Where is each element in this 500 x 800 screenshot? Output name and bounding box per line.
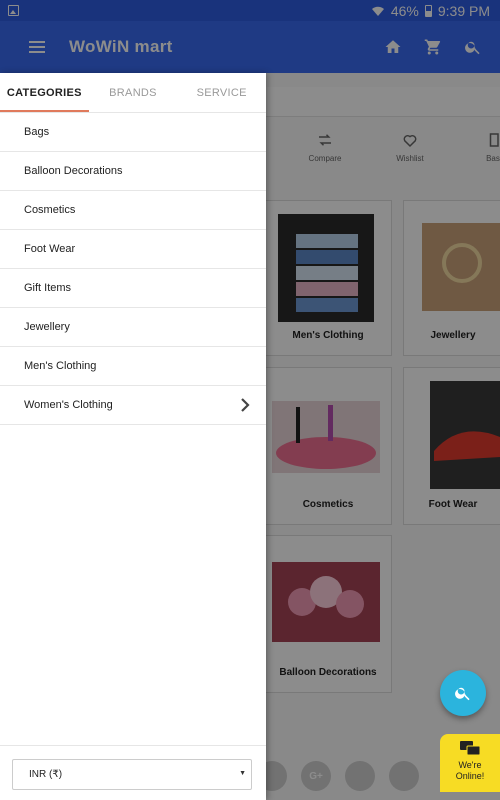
chat-bubble-icon [460,741,481,756]
category-item-balloon-decorations[interactable]: Balloon Decorations [0,152,266,191]
category-label: Men's Clothing [24,360,97,372]
category-item-cosmetics[interactable]: Cosmetics [0,191,266,230]
category-label: Women's Clothing [24,399,113,411]
search-fab[interactable] [440,670,486,716]
category-label: Balloon Decorations [24,165,123,177]
tab-categories[interactable]: CATEGORIES [0,73,89,112]
category-label: Foot Wear [24,243,76,255]
category-item-gift-items[interactable]: Gift Items [0,269,266,308]
category-item-foot-wear[interactable]: Foot Wear [0,230,266,269]
dropdown-caret-icon: ▼ [239,770,246,777]
currency-value: INR (₹) [29,769,63,780]
category-item-jewellery[interactable]: Jewellery [0,308,266,347]
tab-brands[interactable]: BRANDS [89,73,178,112]
tab-service[interactable]: SERVICE [177,73,266,112]
category-item-bags[interactable]: Bags [0,113,266,152]
category-label: Jewellery [24,321,70,333]
navigation-drawer: CATEGORIES BRANDS SERVICE Bags Balloon D… [0,73,266,800]
drawer-tabs: CATEGORIES BRANDS SERVICE [0,73,266,113]
category-label: Bags [24,126,50,138]
search-icon [455,687,470,701]
chevron-right-icon [241,398,250,412]
category-item-womens-clothing[interactable]: Women's Clothing [0,386,266,425]
drawer-footer: INR (₹) ▼ [0,745,266,800]
currency-select[interactable]: INR (₹) ▼ [12,759,252,790]
category-item-mens-clothing[interactable]: Men's Clothing [0,347,266,386]
chat-widget[interactable]: We're Online! [440,734,500,792]
category-label: Cosmetics [24,204,76,216]
category-label: Gift Items [24,282,72,294]
chat-line-1: We're [458,760,482,770]
chat-line-2: Online! [455,771,485,781]
